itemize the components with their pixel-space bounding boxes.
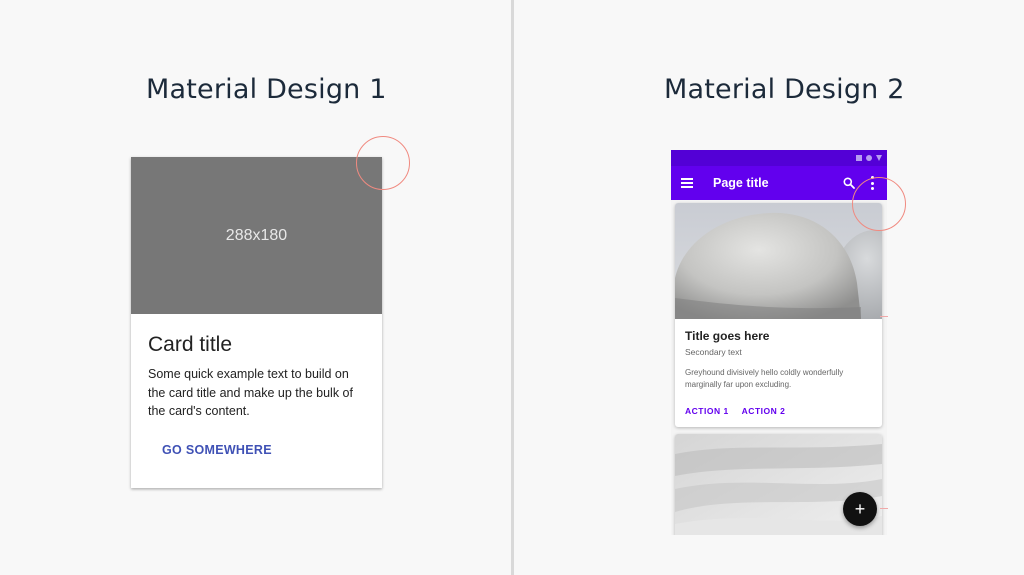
md2-card-secondary-text: Secondary text [685, 347, 742, 357]
add-fab-button[interactable]: + [843, 492, 877, 526]
heading-material-design-1: Material Design 1 [146, 74, 387, 105]
go-somewhere-button[interactable]: GO SOMEWHERE [162, 443, 272, 457]
action-2-button[interactable]: ACTION 2 [742, 406, 786, 416]
action-1-button[interactable]: ACTION 1 [685, 406, 729, 416]
wifi-icon [866, 155, 872, 161]
battery-icon [876, 155, 882, 161]
md2-card-body-text: Greyhound divisively hello coldly wonder… [685, 368, 844, 389]
highlight-circle-md1 [356, 136, 410, 190]
md1-card-text: Some quick example text to build on the … [148, 367, 353, 418]
heading-material-design-2: Material Design 2 [664, 74, 905, 105]
status-bar [671, 150, 887, 166]
md2-card-title: Title goes here [685, 329, 770, 343]
menu-icon[interactable] [681, 178, 693, 188]
rocks-image [675, 203, 882, 319]
search-icon[interactable] [843, 177, 855, 189]
md2-card-actions: ACTION 1 ACTION 2 [685, 406, 785, 416]
guide-tick [880, 508, 888, 509]
add-icon: + [854, 498, 866, 519]
md1-card-title: Card title [148, 333, 233, 356]
guide-tick [880, 316, 888, 317]
highlight-circle-md2 [852, 177, 906, 231]
md1-card: 288x180 Card title Some quick example te… [131, 157, 382, 488]
panel-divider [511, 0, 514, 575]
signal-icon [856, 155, 862, 161]
md2-card: Title goes here Secondary text Greyhound… [675, 203, 882, 427]
md1-card-image-placeholder: 288x180 [131, 157, 382, 314]
md1-image-label: 288x180 [225, 226, 288, 244]
page-title: Page title [713, 176, 769, 190]
